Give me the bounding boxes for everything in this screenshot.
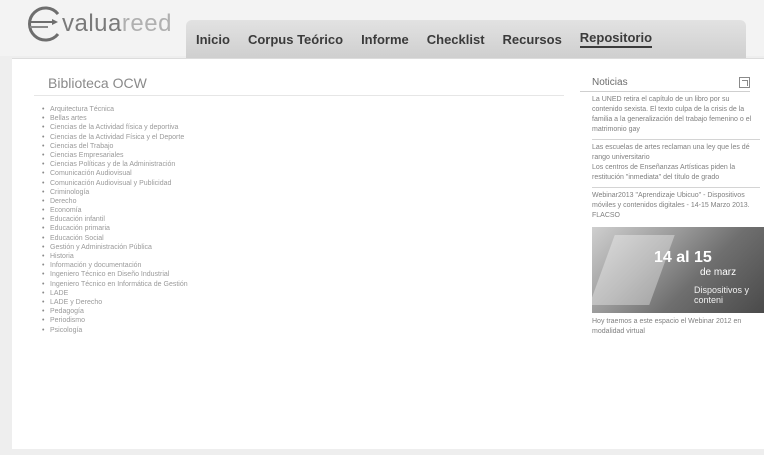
ocw-list-item[interactable]: Economía — [42, 206, 188, 215]
main-content: Biblioteca OCW Arquitectura TécnicaBella… — [12, 58, 764, 449]
news-text[interactable]: Webinar2013 "Aprendizaje Ubicuo" - Dispo… — [592, 191, 760, 221]
ocw-course-list: Arquitectura TécnicaBellas artesCiencias… — [42, 105, 188, 335]
ocw-list-item[interactable]: Ingeniero Técnico en Diseño Industrial — [42, 270, 188, 279]
news-sidebar: Noticias La UNED retira el capítulo de u… — [580, 75, 764, 455]
ocw-list-item[interactable]: Pedagogía — [42, 307, 188, 316]
ocw-list-item[interactable]: Periodismo — [42, 316, 188, 325]
site-header: valuareed Inicio Corpus Teórico Informe … — [0, 0, 764, 58]
logo-text: valuareed — [62, 10, 172, 38]
ocw-list-item[interactable]: LADE y Derecho — [42, 298, 188, 307]
ocw-list-item[interactable]: Arquitectura Técnica — [42, 105, 188, 114]
ocw-list-item[interactable]: Ciencias de la Actividad Física y el Dep… — [42, 133, 188, 142]
ocw-list-item[interactable]: Educación primaria — [42, 224, 188, 233]
nav-item-recursos[interactable]: Recursos — [503, 32, 562, 47]
banner-line-3: Dispositivos y conteni — [694, 285, 750, 305]
ocw-list-item[interactable]: Comunicación Audiovisual y Publicidad — [42, 179, 188, 188]
ocw-list-item[interactable]: Gestión y Administración Pública — [42, 243, 188, 252]
logo-text-light: reed — [121, 10, 172, 37]
news-title: Noticias — [592, 77, 628, 88]
title-divider — [34, 95, 564, 96]
webinar-banner[interactable]: 14 al 15 de marz Dispositivos y conteni — [592, 227, 764, 313]
ocw-list-item[interactable]: LADE — [42, 289, 188, 298]
ocw-list-item[interactable]: Ingeniero Técnico en Informática de Gest… — [42, 280, 188, 289]
ocw-list-item[interactable]: Bellas artes — [42, 114, 188, 123]
ocw-list-item[interactable]: Derecho — [42, 197, 188, 206]
nav-item-inicio[interactable]: Inicio — [196, 32, 230, 47]
news-item[interactable]: Webinar2013 "Aprendizaje Ubicuo" - Dispo… — [592, 188, 760, 225]
valuareed-logo-icon — [28, 6, 60, 42]
ocw-list-item[interactable]: Historia — [42, 252, 188, 261]
ocw-list-item[interactable]: Ciencias Empresariales — [42, 151, 188, 160]
ocw-list-item[interactable]: Educación infantil — [42, 215, 188, 224]
news-item-last[interactable]: Hoy traemos a este espacio el Webinar 20… — [592, 313, 760, 337]
ocw-list-item[interactable]: Psicología — [42, 326, 188, 335]
news-text[interactable]: Los centros de Enseñanzas Artísticas pid… — [592, 163, 760, 183]
nav-item-informe[interactable]: Informe — [361, 32, 409, 47]
ocw-list-item[interactable]: Ciencias del Trabajo — [42, 142, 188, 151]
page-title: Biblioteca OCW — [48, 75, 147, 91]
ocw-list-item[interactable]: Información y documentación — [42, 261, 188, 270]
ocw-list-item[interactable]: Educación Social — [42, 234, 188, 243]
ocw-list-item[interactable]: Comunicación Audiovisual — [42, 169, 188, 178]
nav-item-corpus-teorico[interactable]: Corpus Teórico — [248, 32, 343, 47]
nav-item-checklist[interactable]: Checklist — [427, 32, 485, 47]
nav-item-repositorio[interactable]: Repositorio — [579, 30, 653, 48]
banner-line-2: de marz — [700, 267, 737, 278]
news-item[interactable]: Las escuelas de artes reclaman una ley q… — [592, 140, 760, 188]
news-text[interactable]: Las escuelas de artes reclaman una ley q… — [592, 143, 760, 163]
main-nav: Inicio Corpus Teórico Informe Checklist … — [186, 20, 746, 58]
logo-text-dark: valua — [62, 10, 122, 37]
news-header: Noticias — [580, 75, 750, 92]
valuareed-logo[interactable]: valuareed — [22, 6, 172, 42]
news-item[interactable]: La UNED retira el capítulo de un libro p… — [592, 92, 760, 140]
ocw-list-item[interactable]: Ciencias Políticas y de la Administració… — [42, 160, 188, 169]
news-text[interactable]: La UNED retira el capítulo de un libro p… — [592, 95, 760, 135]
ocw-list-item[interactable]: Criminología — [42, 188, 188, 197]
banner-line-1: 14 al 15 — [654, 249, 712, 266]
external-link-icon[interactable] — [739, 77, 750, 88]
banner-graphic — [592, 235, 675, 305]
ocw-list-item[interactable]: Ciencias de la Actividad física y deport… — [42, 123, 188, 132]
